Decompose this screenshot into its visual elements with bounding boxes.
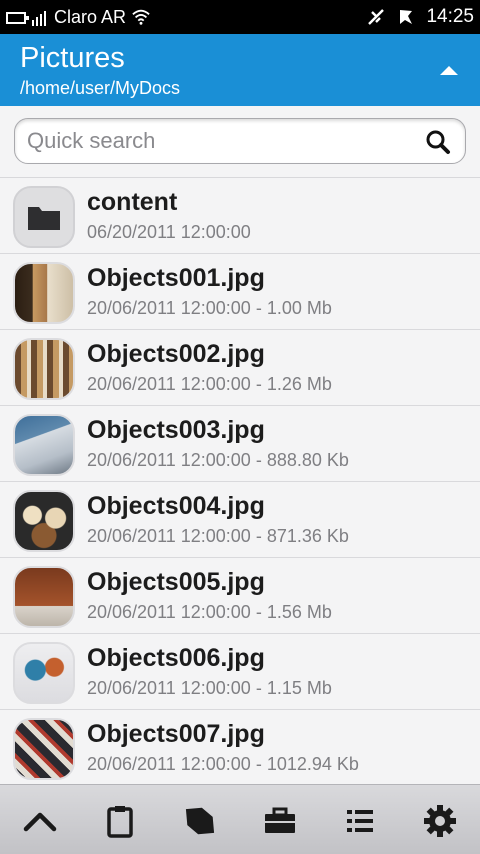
toolbox-icon	[265, 807, 295, 833]
image-thumbnail	[13, 566, 75, 628]
list-item[interactable]: Objects003.jpg 20/06/2011 12:00:00 - 888…	[0, 406, 480, 482]
search-icon[interactable]	[425, 129, 451, 155]
list-item[interactable]: Objects004.jpg 20/06/2011 12:00:00 - 871…	[0, 482, 480, 558]
search-area	[0, 106, 480, 178]
battery-icon	[6, 12, 29, 24]
list-item-folder[interactable]: content 06/20/2011 12:00:00	[0, 178, 480, 254]
file-meta: 20/06/2011 12:00:00 - 1.00 Mb	[87, 298, 332, 318]
carrier-name: Claro AR	[54, 6, 127, 27]
signal-bar	[40, 14, 42, 26]
file-list: content 06/20/2011 12:00:00 Objects001.j…	[0, 178, 480, 784]
list-item[interactable]: Objects007.jpg 20/06/2011 12:00:00 - 101…	[0, 710, 480, 784]
settings-button[interactable]	[420, 803, 460, 839]
notification-icon	[400, 10, 413, 24]
signal-bar	[44, 11, 46, 26]
signal-icon	[32, 20, 34, 26]
file-name: Objects007.jpg	[87, 720, 265, 748]
up-button[interactable]	[20, 803, 60, 839]
image-thumbnail	[13, 490, 75, 552]
file-meta: 20/06/2011 12:00:00 - 888.80 Kb	[87, 450, 349, 470]
file-name: Objects001.jpg	[87, 264, 265, 292]
bookmark-icon	[185, 807, 215, 835]
toolbox-button[interactable]	[260, 803, 300, 839]
wifi-icon	[132, 9, 150, 25]
list-item[interactable]: Objects006.jpg 20/06/2011 12:00:00 - 1.1…	[0, 634, 480, 710]
page-title: Pictures	[20, 42, 125, 74]
image-thumbnail	[13, 642, 75, 704]
list-view-button[interactable]	[340, 803, 380, 839]
image-thumbnail	[13, 718, 75, 780]
list-icon	[347, 810, 373, 832]
status-right: 14:25	[366, 0, 474, 34]
breadcrumb-path: /home/user/MyDocs	[20, 78, 181, 98]
folder-icon	[13, 186, 75, 248]
status-bar: Claro AR 14:25	[0, 0, 480, 34]
file-meta: 20/06/2011 12:00:00 - 1012.94 Kb	[87, 754, 359, 774]
image-thumbnail	[13, 414, 75, 476]
signal-group	[6, 8, 48, 26]
clipboard-icon	[107, 806, 133, 838]
clock: 14:25	[426, 6, 474, 27]
file-name: Objects002.jpg	[87, 340, 265, 368]
list-item[interactable]: Objects002.jpg 20/06/2011 12:00:00 - 1.2…	[0, 330, 480, 406]
up-icon	[23, 812, 57, 832]
header-bar[interactable]: Pictures /home/user/MyDocs	[0, 34, 480, 106]
file-name: Objects005.jpg	[87, 568, 265, 596]
file-meta: 20/06/2011 12:00:00 - 1.26 Mb	[87, 374, 332, 394]
list-item[interactable]: Objects001.jpg 20/06/2011 12:00:00 - 1.0…	[0, 254, 480, 330]
search-input[interactable]	[27, 127, 407, 155]
signal-bar	[36, 17, 38, 26]
clipboard-button[interactable]	[100, 803, 140, 839]
file-meta: 06/20/2011 12:00:00	[87, 222, 251, 242]
collapse-arrow-icon[interactable]	[440, 66, 458, 75]
file-name: Objects006.jpg	[87, 644, 265, 672]
file-name: Objects003.jpg	[87, 416, 265, 444]
file-meta: 20/06/2011 12:00:00 - 1.15 Mb	[87, 678, 332, 698]
file-meta: 20/06/2011 12:00:00 - 871.36 Kb	[87, 526, 349, 546]
bookmark-button[interactable]	[180, 803, 220, 839]
file-meta: 20/06/2011 12:00:00 - 1.56 Mb	[87, 602, 332, 622]
file-name: Objects004.jpg	[87, 492, 265, 520]
image-thumbnail	[13, 338, 75, 400]
file-name: content	[87, 188, 178, 216]
bottom-toolbar	[0, 784, 480, 854]
settings-icon	[424, 805, 456, 837]
image-thumbnail	[13, 262, 75, 324]
search-box[interactable]	[14, 118, 466, 164]
usb-icon	[368, 9, 385, 25]
list-item[interactable]: Objects005.jpg 20/06/2011 12:00:00 - 1.5…	[0, 558, 480, 634]
